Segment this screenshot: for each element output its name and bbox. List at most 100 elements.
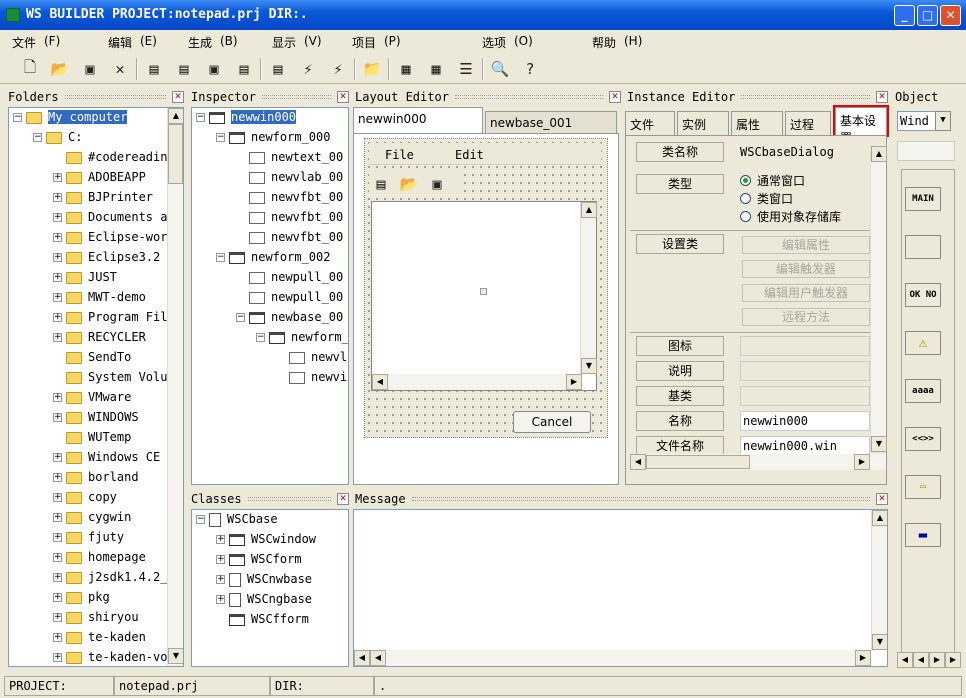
warning-icon[interactable]: ⚠ — [905, 331, 941, 355]
new-file-icon[interactable]: 🗋 — [18, 57, 42, 81]
tab-newwin000[interactable]: newwin000 — [353, 107, 483, 133]
inspector-node[interactable]: newvfbt_00 — [236, 228, 343, 246]
design-window[interactable]: File Edit ▤ 📂 ▣ ▲ ▼ ◀ ▶ Cancel — [364, 138, 608, 438]
inspector-node[interactable]: − newform_002 — [216, 248, 330, 266]
classes-node[interactable]: WSCfform — [216, 610, 309, 628]
menu-4[interactable]: 项目 — [352, 34, 376, 51]
inspector-node[interactable]: newvfbt_00 — [236, 188, 343, 206]
progress-bar-tool[interactable]: ▬ — [905, 523, 941, 547]
scroll-up-button[interactable]: ▲ — [581, 202, 597, 218]
window-icon[interactable]: ▤ — [142, 57, 166, 81]
folders-node[interactable]: + Documents a — [53, 208, 167, 226]
classes-node[interactable]: + WSCwindow — [216, 530, 316, 548]
instance-row-field[interactable]: newwin000 — [740, 411, 870, 431]
spinner-tool[interactable]: <<>> — [905, 427, 941, 451]
folders-node[interactable]: + pkg — [53, 588, 110, 606]
search-window-icon[interactable]: ▤ — [266, 57, 290, 81]
message-scroll-left-2[interactable]: ◀ — [370, 650, 386, 666]
menu-0[interactable]: 文件 — [12, 34, 36, 51]
instance-row-field[interactable] — [740, 361, 870, 381]
button-tool[interactable] — [905, 235, 941, 259]
scroll-down-button[interactable]: ▼ — [581, 358, 597, 374]
instance-scroll-left[interactable]: ◀ — [630, 454, 646, 470]
folders-node[interactable]: + BJPrinter — [53, 188, 153, 206]
design-text-area[interactable]: ▲ ▼ ◀ ▶ — [371, 201, 597, 391]
inspector-node[interactable]: newtext_00 — [236, 148, 343, 166]
inspector-close-button[interactable]: ✕ — [337, 91, 349, 103]
folders-node[interactable]: + j2sdk1.4.2_ — [53, 568, 167, 586]
folders-node[interactable]: WUTemp — [53, 428, 131, 446]
inspector-node[interactable]: newpull_00 — [236, 288, 343, 306]
remote-methods-button[interactable]: 远程方法 — [742, 308, 870, 326]
cut-icon[interactable]: ✕ — [108, 57, 132, 81]
message-scroll-down[interactable]: ▼ — [872, 634, 887, 650]
folders-node[interactable]: + Eclipse3.2 — [53, 248, 160, 266]
inspector-node[interactable]: newpull_00 — [236, 268, 343, 286]
folders-tree[interactable]: − My computer − C: #codereadin + ADOBEAPP + BJPr… — [8, 107, 184, 667]
instance-row-field[interactable]: newwin000.win — [740, 436, 870, 456]
instance-scroll-down[interactable]: ▼ — [871, 436, 887, 452]
edit-triggers-button[interactable]: 编辑触发器 — [742, 260, 870, 278]
radio-normal-window[interactable]: 通常窗口 — [740, 172, 805, 189]
folders-node[interactable]: − My computer — [13, 108, 128, 126]
classes-close-button[interactable]: ✕ — [337, 493, 349, 505]
maximize-button[interactable]: □ — [917, 5, 938, 26]
instance-scroll-right[interactable]: ▶ — [854, 454, 870, 470]
new-window-icon[interactable]: ▤ — [369, 172, 393, 196]
folders-node[interactable]: + cygwin — [53, 508, 131, 526]
folders-node[interactable]: + JUST — [53, 268, 117, 286]
save-window-icon[interactable]: ▣ — [202, 57, 226, 81]
radio-class-window[interactable]: 类窗口 — [740, 190, 793, 207]
build-icon[interactable]: ⚡ — [296, 57, 320, 81]
folders-node[interactable]: + te-kaden-vo — [53, 648, 167, 666]
inspector-node[interactable]: − newform_ — [256, 328, 348, 346]
inspector-node[interactable]: newvi — [276, 368, 347, 386]
folders-close-button[interactable]: ✕ — [172, 91, 184, 103]
menu-3[interactable]: 显示 — [272, 34, 296, 51]
inspector-node[interactable]: newvlab_00 — [236, 168, 343, 186]
folders-node[interactable]: + borland — [53, 468, 139, 486]
edit-user-triggers-button[interactable]: 编辑用户触发器 — [742, 284, 870, 302]
object-scrollbar[interactable]: ◀ ◀ ▶ ▶ — [897, 652, 961, 668]
folder-icon[interactable]: 📁 — [360, 57, 384, 81]
save-icon[interactable]: ▣ — [425, 172, 449, 196]
radio-object-repository[interactable]: 使用对象存储库 — [740, 208, 841, 225]
folders-node[interactable]: #codereadin — [53, 148, 167, 166]
message-area[interactable]: ▲ ▼ ◀ ◀ ▶ — [353, 509, 888, 667]
text-field-tool[interactable]: aaaa — [905, 379, 941, 403]
folders-node[interactable]: System Volu — [53, 368, 167, 386]
message-scroll-up[interactable]: ▲ — [872, 510, 887, 526]
close-window-icon[interactable]: ▤ — [232, 57, 256, 81]
message-scroll-right[interactable]: ▶ — [855, 650, 871, 666]
menu-5[interactable]: 选项 — [482, 34, 506, 51]
tab-procedure[interactable]: 过程 — [785, 111, 831, 135]
folders-node[interactable]: + Eclipse-wor — [53, 228, 167, 246]
main-window-tool[interactable]: MAIN — [905, 187, 941, 211]
folders-node[interactable]: SendTo — [53, 348, 131, 366]
folders-node[interactable]: + Program Fil — [53, 308, 167, 326]
open-window-icon[interactable]: ▤ — [172, 57, 196, 81]
folders-node[interactable]: − C: — [33, 128, 82, 146]
tab-property[interactable]: 属性 — [731, 111, 783, 135]
inspector-tree[interactable]: − newwin000 − newform_000 newtext_00 newvlab_… — [191, 107, 349, 485]
folders-node[interactable]: + homepage — [53, 548, 146, 566]
tab-basic-settings[interactable]: 基本设置 — [833, 105, 889, 137]
folders-node[interactable]: + shiryou — [53, 608, 139, 626]
folders-scroll-down[interactable]: ▼ — [168, 648, 183, 664]
classes-node[interactable]: + WSCnwbase — [216, 570, 312, 588]
build-all-icon[interactable]: ⚡ — [326, 57, 350, 81]
open-folder-icon[interactable]: 📂 — [48, 57, 72, 81]
menu-1[interactable]: 编辑 — [108, 34, 132, 51]
inspector-node[interactable]: − newbase_00 — [236, 308, 343, 326]
tab-file[interactable]: 文件 — [625, 111, 675, 135]
design-menu-file[interactable]: File — [385, 148, 414, 162]
menu-6[interactable]: 帮助 — [592, 34, 616, 51]
folders-node[interactable]: + VMware — [53, 388, 131, 406]
folders-node[interactable]: + ADOBEAPP — [53, 168, 146, 186]
save-icon[interactable]: ▣ — [78, 57, 102, 81]
message-scroll-left[interactable]: ◀ — [354, 650, 370, 666]
ok-no-tool[interactable]: OK NO — [905, 283, 941, 307]
cancel-button[interactable]: Cancel — [513, 411, 591, 433]
tab-newbase-001[interactable]: newbase_001 — [485, 111, 617, 135]
inspector-node[interactable]: − newwin000 — [196, 108, 297, 126]
